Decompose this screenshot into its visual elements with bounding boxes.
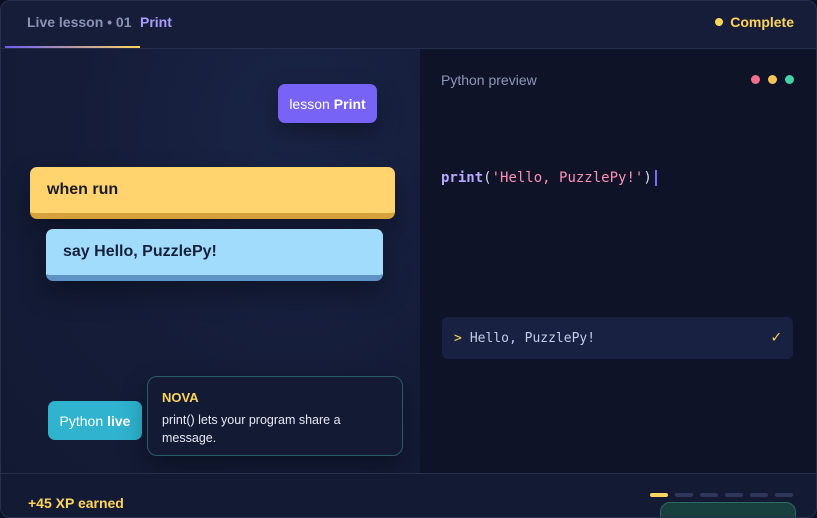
progress-step	[750, 493, 768, 497]
python-live-prefix: Python	[59, 412, 104, 429]
code-function: print	[441, 170, 484, 186]
status-label: Complete	[730, 14, 794, 30]
progress-step	[700, 493, 718, 497]
progress-step	[650, 493, 668, 497]
console-text: Hello, PuzzlePy!	[469, 330, 596, 346]
progress-step	[725, 493, 743, 497]
python-preview-panel: Python preview print('Hello, PuzzlePy!')…	[420, 49, 816, 473]
footer-bar: +45 XP earned	[1, 473, 816, 517]
block-editor: lesson Print when run say Hello, PuzzleP…	[1, 49, 420, 473]
top-bar: Live lesson • 01 Print Complete	[1, 1, 816, 49]
code-close-paren: )	[643, 170, 652, 186]
lesson-window: Live lesson • 01 Print Complete lesson P…	[0, 0, 817, 518]
console-output: > Hello, PuzzlePy! ✓	[442, 317, 793, 359]
progress-step	[675, 493, 693, 497]
nova-message: print() lets your program share a messag…	[162, 413, 341, 445]
progress-step	[775, 493, 793, 497]
status-badge: Complete	[715, 14, 794, 30]
python-live-chip[interactable]: Python live	[48, 401, 142, 440]
yellow-dot-icon	[768, 75, 777, 84]
progress-steps	[650, 493, 793, 497]
say-block[interactable]: say Hello, PuzzlePy!	[46, 229, 383, 281]
status-dot-icon	[715, 18, 724, 26]
code-line[interactable]: print('Hello, PuzzlePy!')	[441, 170, 657, 186]
green-dot-icon	[785, 75, 794, 84]
check-icon: ✓	[771, 327, 781, 346]
code-string: 'Hello, PuzzlePy!'	[491, 170, 644, 186]
code-open-paren: (	[483, 170, 492, 186]
xp-earned: +45 XP earned	[28, 495, 124, 511]
breadcrumb: Live lesson • 01	[27, 14, 132, 30]
next-button[interactable]	[660, 502, 796, 517]
active-tab-indicator	[5, 46, 140, 48]
prompt-icon: >	[454, 330, 462, 346]
text-cursor	[654, 170, 657, 186]
nova-tip-bubble: NOVA print() lets your program share a m…	[147, 376, 403, 456]
lesson-title-tab[interactable]: Print	[140, 14, 172, 30]
lesson-chip-prefix: lesson	[289, 95, 330, 112]
nova-name: NOVA	[162, 390, 199, 405]
lesson-chip-name: Print	[333, 95, 366, 112]
red-dot-icon	[751, 75, 760, 84]
preview-title: Python preview	[441, 72, 537, 88]
window-controls	[751, 75, 794, 84]
when-run-block[interactable]: when run	[30, 167, 395, 219]
python-live-strong: live	[107, 412, 131, 429]
lesson-chip[interactable]: lesson Print	[278, 84, 377, 123]
